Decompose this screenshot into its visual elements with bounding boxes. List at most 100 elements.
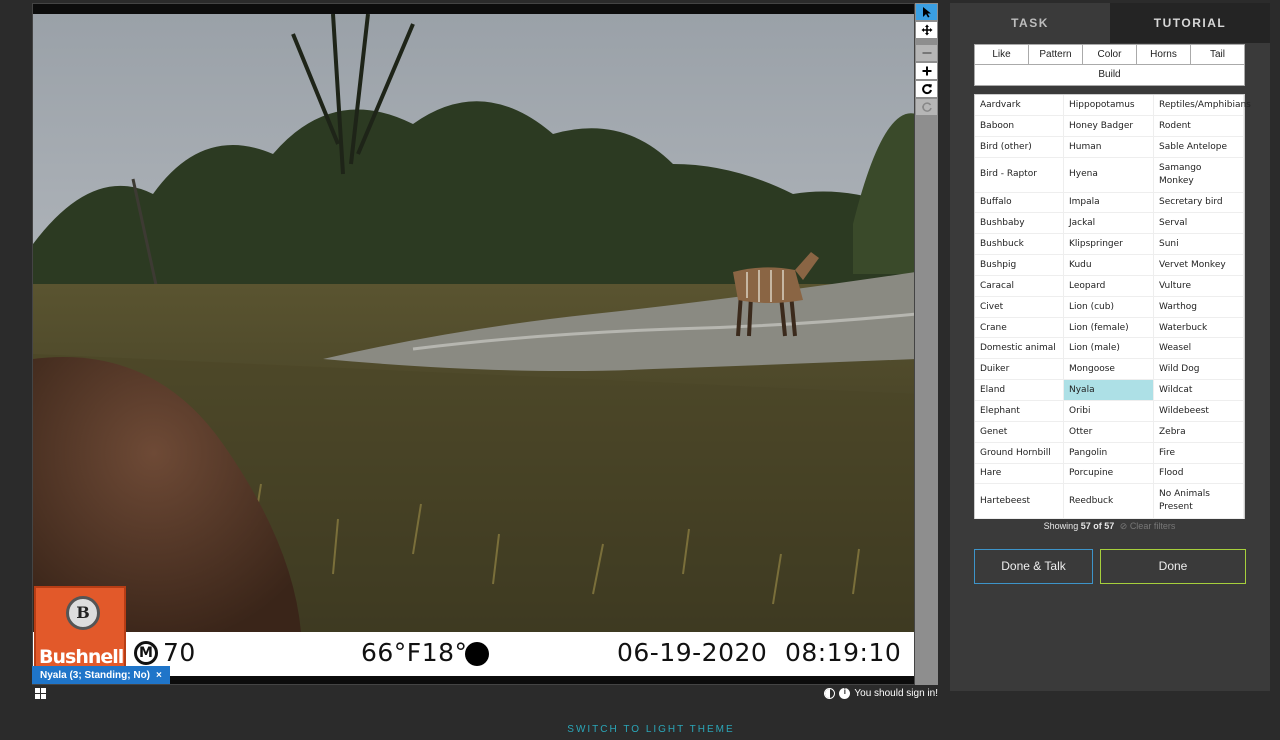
subject-image[interactable] — [33, 14, 915, 632]
choice-civet[interactable]: Civet — [975, 296, 1064, 318]
choice-bird-other[interactable]: Bird (other) — [975, 136, 1064, 158]
choice-rodent[interactable]: Rodent — [1154, 115, 1244, 137]
moon-phase-icon: M — [134, 641, 158, 665]
contrast-icon[interactable] — [824, 688, 836, 699]
clear-filters-label: Clear filters — [1129, 521, 1176, 531]
close-icon[interactable]: × — [156, 670, 162, 681]
choice-reedbuck[interactable]: Reedbuck — [1064, 484, 1154, 520]
pointer-tool[interactable] — [916, 4, 937, 20]
choice-mongoose[interactable]: Mongoose — [1064, 359, 1154, 381]
reset-tool[interactable] — [916, 99, 937, 115]
viewer-toolbar — [915, 3, 938, 685]
move-icon — [921, 24, 932, 36]
choice-hippopotamus[interactable]: Hippopotamus — [1064, 95, 1154, 116]
choice-warthog[interactable]: Warthog — [1154, 296, 1244, 318]
zoom-in-tool[interactable] — [916, 63, 937, 79]
choice-wildcat[interactable]: Wildcat — [1154, 380, 1244, 401]
choice-suni[interactable]: Suni — [1154, 234, 1244, 256]
choice-nyala[interactable]: Nyala — [1064, 380, 1154, 401]
filter-build-button[interactable]: Build — [975, 65, 1244, 85]
choice-honey-badger[interactable]: Honey Badger — [1064, 115, 1154, 137]
choice-vervet-monkey[interactable]: Vervet Monkey — [1154, 255, 1244, 276]
choice-buffalo[interactable]: Buffalo — [975, 192, 1064, 214]
choice-ground-hornbill[interactable]: Ground Hornbill — [975, 442, 1064, 464]
stamp-date: 06-19-2020 — [617, 638, 768, 667]
tab-task[interactable]: TASK — [950, 3, 1110, 43]
choice-impala[interactable]: Impala — [1064, 192, 1154, 214]
choice-pangolin[interactable]: Pangolin — [1064, 442, 1154, 464]
choice-serval[interactable]: Serval — [1154, 213, 1244, 235]
choice-reptiles-amphibians[interactable]: Reptiles/Amphibians — [1154, 95, 1251, 116]
choice-bushpig[interactable]: Bushpig — [975, 255, 1064, 276]
choice-count: Showing 57 of 57 ⊘ Clear filters — [974, 521, 1245, 532]
choice-flood[interactable]: Flood — [1154, 463, 1244, 485]
choice-human[interactable]: Human — [1064, 136, 1154, 158]
move-tool[interactable] — [916, 22, 937, 38]
moon-dot-icon — [465, 642, 489, 666]
theme-switch-link[interactable]: SWITCH TO LIGHT THEME — [0, 724, 1280, 735]
choice-otter[interactable]: Otter — [1064, 421, 1154, 443]
stamp-moon-value: 70 — [163, 638, 196, 667]
choice-jackal[interactable]: Jackal — [1064, 213, 1154, 235]
choice-lion-female[interactable]: Lion (female) — [1064, 317, 1154, 339]
choice-baboon[interactable]: Baboon — [975, 115, 1064, 137]
stamp-time: 08:19:10 — [785, 638, 902, 667]
choice-wildebeest[interactable]: Wildebeest — [1154, 400, 1244, 422]
choice-caracal[interactable]: Caracal — [975, 275, 1064, 297]
sign-in-text[interactable]: You should sign in! — [854, 688, 938, 699]
choice-vulture[interactable]: Vulture — [1154, 275, 1244, 297]
filter-like-button[interactable]: Like — [975, 45, 1029, 64]
choice-aardvark[interactable]: Aardvark — [975, 95, 1064, 116]
choice-bird-raptor[interactable]: Bird - Raptor — [975, 157, 1064, 193]
choice-kudu[interactable]: Kudu — [1064, 255, 1154, 276]
choice-eland[interactable]: Eland — [975, 380, 1064, 401]
sign-in-notice: i You should sign in! — [824, 688, 938, 699]
showing-prefix: Showing — [1043, 521, 1079, 531]
choice-duiker[interactable]: Duiker — [975, 359, 1064, 381]
choice-porcupine[interactable]: Porcupine — [1064, 463, 1154, 485]
species-choice-list: Aardvark Hippopotamus Reptiles/Amphibians B… — [974, 94, 1251, 520]
choice-weasel[interactable]: Weasel — [1154, 338, 1244, 360]
clear-filters-button[interactable]: ⊘ Clear filters — [1120, 521, 1176, 531]
choice-fire[interactable]: Fire — [1154, 442, 1244, 464]
annotation-chip[interactable]: Nyala (3; Standing; No) × — [32, 666, 170, 684]
choice-klipspringer[interactable]: Klipspringer — [1064, 234, 1154, 256]
choice-oribi[interactable]: Oribi — [1064, 400, 1154, 422]
info-icon[interactable]: i — [839, 688, 851, 699]
choice-domestic-animal[interactable]: Domestic animal — [975, 338, 1064, 360]
reset-icon — [921, 102, 932, 112]
subject-viewer[interactable]: M 70 66°F18°C 06-19-2020 08:19:10 B Bush… — [32, 3, 915, 685]
task-panel: TASK TUTORIAL Like Pattern Color Horns T… — [950, 3, 1270, 691]
camera-brand-logo: B Bushnell — [34, 586, 126, 672]
choice-wild-dog[interactable]: Wild Dog — [1154, 359, 1244, 381]
choice-sable-antelope[interactable]: Sable Antelope — [1154, 136, 1244, 158]
filter-color-button[interactable]: Color — [1083, 45, 1137, 64]
choice-zebra[interactable]: Zebra — [1154, 421, 1244, 443]
filter-tail-button[interactable]: Tail — [1191, 45, 1244, 64]
choice-leopard[interactable]: Leopard — [1064, 275, 1154, 297]
choice-bushbuck[interactable]: Bushbuck — [975, 234, 1064, 256]
choice-bushbaby[interactable]: Bushbaby — [975, 213, 1064, 235]
choice-no-animals-present[interactable]: No Animals Present — [1154, 484, 1244, 520]
choice-secretary-bird[interactable]: Secretary bird — [1154, 192, 1244, 214]
done-and-talk-button[interactable]: Done & Talk — [974, 549, 1093, 584]
choice-crane[interactable]: Crane — [975, 317, 1064, 339]
filter-pattern-button[interactable]: Pattern — [1029, 45, 1083, 64]
choice-hare[interactable]: Hare — [975, 463, 1064, 485]
choice-hyena[interactable]: Hyena — [1064, 157, 1154, 193]
choice-hartebeest[interactable]: Hartebeest — [975, 484, 1064, 520]
plus-icon — [922, 66, 931, 76]
rotate-tool[interactable] — [916, 81, 937, 97]
choice-elephant[interactable]: Elephant — [975, 400, 1064, 422]
grid-icon[interactable] — [35, 688, 46, 699]
choice-lion-cub[interactable]: Lion (cub) — [1064, 296, 1154, 318]
tab-tutorial[interactable]: TUTORIAL — [1110, 3, 1270, 43]
choice-genet[interactable]: Genet — [975, 421, 1064, 443]
zoom-out-tool[interactable] — [916, 45, 937, 61]
rotate-icon — [921, 84, 932, 95]
done-button[interactable]: Done — [1100, 549, 1246, 584]
filter-horns-button[interactable]: Horns — [1137, 45, 1191, 64]
choice-lion-male[interactable]: Lion (male) — [1064, 338, 1154, 360]
choice-waterbuck[interactable]: Waterbuck — [1154, 317, 1244, 339]
choice-samango-monkey[interactable]: Samango Monkey — [1154, 157, 1244, 193]
